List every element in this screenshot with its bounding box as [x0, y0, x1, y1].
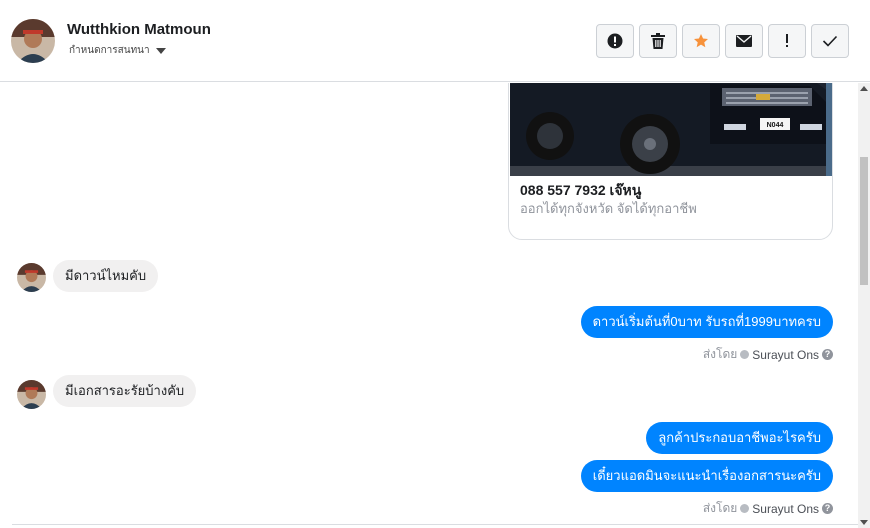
- card-subtitle: ออกได้ทุกจังหวัด จัดได้ทุกอาชีพ: [520, 201, 697, 216]
- mark-important-button[interactable]: [768, 24, 806, 58]
- dropdown-label: กำหนดการสนทนา: [69, 45, 150, 56]
- scrollbar-thumb[interactable]: [860, 157, 868, 285]
- delete-button[interactable]: [639, 24, 677, 58]
- sent-by-name: Surayut Ons: [752, 501, 819, 516]
- star-icon: [694, 34, 708, 48]
- composer-divider: [12, 524, 858, 525]
- trash-icon: [651, 33, 665, 49]
- mark-spam-button[interactable]: [596, 24, 634, 58]
- sent-by-label: ส่งโดย: [702, 501, 738, 515]
- message-thread[interactable]: N044 088 557 7932 เจ๊หนู ออกได้ทุกจังหวั…: [0, 83, 858, 528]
- outgoing-message[interactable]: ดาวน์เริ่มต้นที่0บาท รับรถที่1999บาทครบ: [580, 306, 833, 338]
- sent-check-icon: [740, 504, 750, 513]
- conversation-header: Wutthkion Matmoun กำหนดการสนทนา: [0, 0, 870, 82]
- alert-circle-icon: [607, 33, 623, 49]
- sent-by-label: ส่งโดย: [702, 347, 738, 361]
- help-icon[interactable]: ?: [822, 349, 833, 360]
- incoming-message[interactable]: มีเอกสารอะรัยบ้างคับ: [53, 375, 197, 407]
- avatar[interactable]: [11, 19, 55, 63]
- car-photo: N044: [510, 83, 832, 176]
- shared-post-card[interactable]: N044 088 557 7932 เจ๊หนู ออกได้ทุกจังหวั…: [508, 83, 833, 240]
- caret-down-icon: [155, 47, 166, 54]
- sent-by-info: ส่งโดย Surayut Ons ?: [703, 345, 833, 364]
- outgoing-message[interactable]: เดี๋ยวแอดมินจะแนะนำเรื่องอกสารนะครับ: [580, 460, 833, 492]
- sent-by-name: Surayut Ons: [752, 347, 819, 362]
- check-icon: [822, 35, 838, 47]
- incoming-message[interactable]: มีดาวน์ไหมคับ: [53, 260, 159, 292]
- license-plate: N044: [767, 122, 784, 129]
- exclamation-icon: [786, 34, 788, 47]
- envelope-icon: [736, 35, 752, 47]
- scroll-down-arrow-icon[interactable]: [860, 520, 868, 525]
- outgoing-message[interactable]: ลูกค้าประกอบอาชีพอะไรครับ: [646, 422, 833, 454]
- help-icon[interactable]: ?: [822, 503, 833, 514]
- mark-unread-button[interactable]: [725, 24, 763, 58]
- star-button[interactable]: [682, 24, 720, 58]
- sender-avatar[interactable]: [17, 380, 46, 409]
- conversation-options-dropdown[interactable]: กำหนดการสนทนา: [69, 43, 166, 58]
- sent-check-icon: [740, 350, 750, 359]
- chat-scrollbar[interactable]: [858, 83, 870, 528]
- contact-name[interactable]: Wutthkion Matmoun: [67, 21, 211, 38]
- sender-avatar[interactable]: [17, 263, 46, 292]
- mark-done-button[interactable]: [811, 24, 849, 58]
- sent-by-info: ส่งโดย Surayut Ons ?: [703, 499, 833, 518]
- scroll-up-arrow-icon[interactable]: [860, 86, 868, 91]
- conversation-toolbar: [596, 24, 849, 58]
